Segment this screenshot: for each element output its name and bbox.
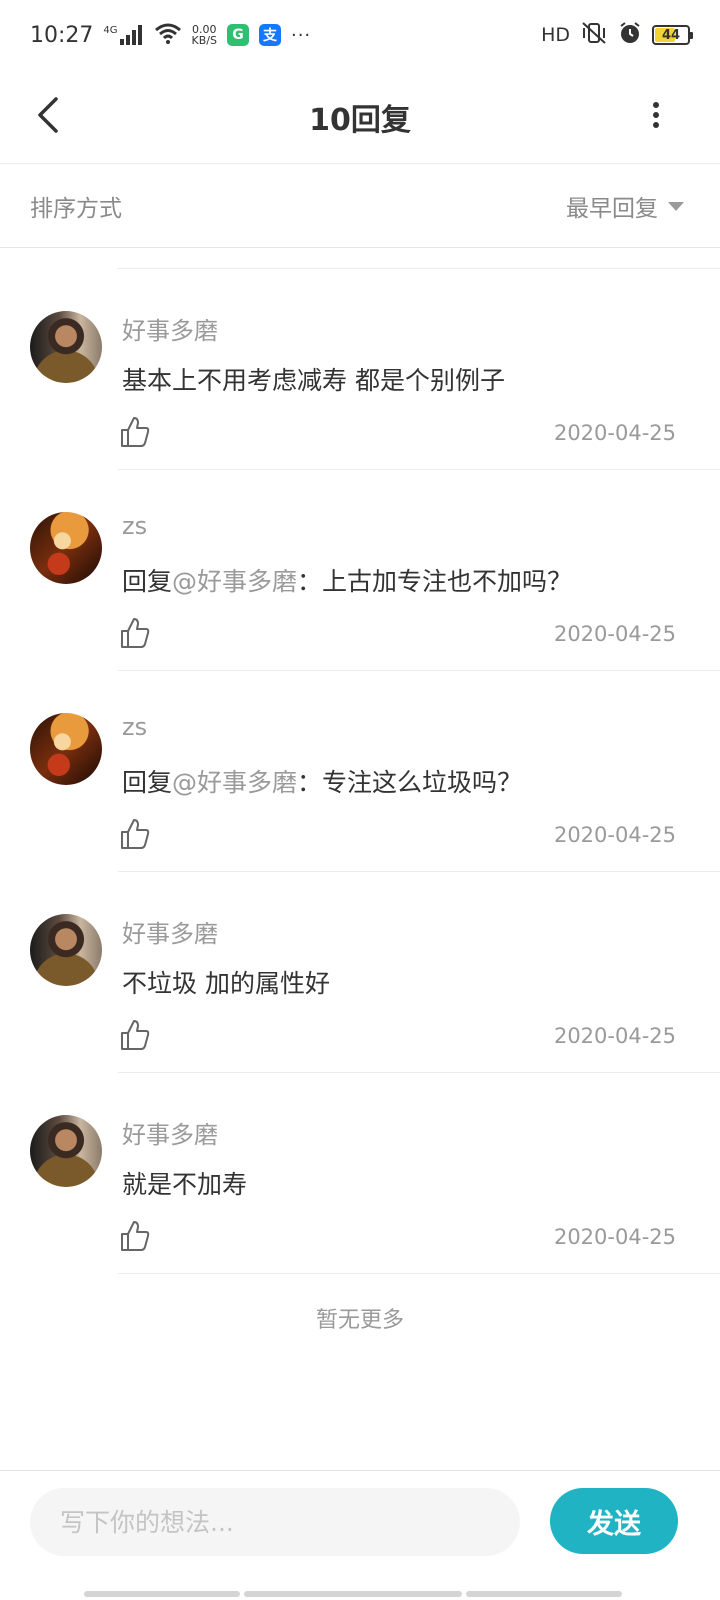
reply-author[interactable]: 好事多磨 bbox=[122, 914, 218, 949]
like-button[interactable] bbox=[118, 1219, 152, 1253]
avatar[interactable] bbox=[30, 512, 102, 584]
avatar[interactable] bbox=[30, 311, 102, 383]
status-bar: 10:27 4G 0.00 KB/S G 支 ··· HD 44 bbox=[0, 0, 720, 70]
header: 10回复 bbox=[0, 70, 720, 164]
reply-item: zs 回复@好事多磨：专注这么垃圾吗？ 2020-04-25 bbox=[0, 671, 720, 872]
reply-date: 2020-04-25 bbox=[553, 823, 676, 847]
net-speed: 0.00 KB/S bbox=[192, 24, 217, 46]
app-notification-icon: G bbox=[226, 24, 249, 46]
reply-item: 好事多磨 不垃圾 加的属性好 2020-04-25 bbox=[0, 872, 720, 1073]
reply-mention[interactable]: @好事多磨 bbox=[172, 567, 297, 596]
status-bar-left: 10:27 4G 0.00 KB/S G 支 ··· bbox=[30, 22, 311, 48]
comment-input[interactable] bbox=[30, 1488, 520, 1556]
thumbs-up-icon bbox=[121, 417, 150, 447]
alipay-notification-icon: 支 bbox=[258, 24, 281, 46]
page-title: 10回复 bbox=[309, 102, 411, 138]
more-vertical-icon bbox=[652, 102, 660, 132]
wifi-icon bbox=[154, 22, 182, 48]
reply-content: 回复@好事多磨：专注这么垃圾吗？ bbox=[122, 763, 522, 799]
reply-author[interactable]: zs bbox=[122, 713, 147, 741]
more-options-button[interactable] bbox=[636, 94, 676, 140]
reply-item: 好事多磨 就是不加寿 2020-04-25 bbox=[0, 1073, 720, 1274]
sort-dropdown[interactable]: 最早回复 bbox=[566, 189, 684, 223]
reply-content: 不垃圾 加的属性好 bbox=[122, 964, 330, 1000]
reply-author[interactable]: 好事多磨 bbox=[122, 311, 218, 346]
mute-vibrate-icon bbox=[580, 21, 608, 49]
divider bbox=[118, 1273, 720, 1274]
thumbs-up-icon bbox=[121, 1020, 150, 1050]
battery-icon: 44 bbox=[652, 25, 693, 45]
battery-level: 44 bbox=[661, 27, 681, 43]
like-button[interactable] bbox=[118, 415, 152, 449]
reply-text: ：专注这么垃圾吗？ bbox=[297, 768, 523, 797]
composer-bar: 发送 bbox=[0, 1470, 720, 1600]
reply-date: 2020-04-25 bbox=[553, 1225, 676, 1249]
gesture-bar bbox=[466, 1591, 622, 1597]
avatar[interactable] bbox=[30, 1115, 102, 1187]
reply-date: 2020-04-25 bbox=[553, 421, 676, 445]
chevron-left-icon bbox=[36, 97, 60, 137]
signal-icon: 4G bbox=[103, 25, 143, 45]
reply-author[interactable]: zs bbox=[122, 512, 147, 540]
status-bar-right: HD 44 bbox=[541, 21, 693, 49]
reply-text: 基本上不用考虑减寿 都是个别例子 bbox=[122, 366, 505, 395]
like-button[interactable] bbox=[118, 1018, 152, 1052]
more-notifications-icon: ··· bbox=[290, 24, 312, 46]
reply-prefix: 回复 bbox=[122, 768, 173, 797]
no-more-text: 暂无更多 bbox=[315, 1308, 404, 1333]
sort-bar: 排序方式 最早回复 bbox=[0, 164, 720, 248]
reply-item: 好事多磨 基本上不用考虑减寿 都是个别例子 2020-04-25 bbox=[0, 269, 720, 470]
thumbs-up-icon bbox=[121, 1221, 150, 1251]
avatar[interactable] bbox=[30, 914, 102, 986]
reply-text: 就是不加寿 bbox=[122, 1170, 248, 1199]
reply-text: 不垃圾 加的属性好 bbox=[122, 969, 330, 998]
like-button[interactable] bbox=[118, 616, 152, 650]
sort-selected-value: 最早回复 bbox=[566, 195, 658, 222]
reply-author[interactable]: 好事多磨 bbox=[122, 1115, 218, 1150]
reply-content: 就是不加寿 bbox=[122, 1165, 247, 1201]
reply-text: ：上古加专注也不加吗？ bbox=[297, 567, 573, 596]
net-speed-unit: KB/S bbox=[191, 34, 217, 47]
sort-label: 排序方式 bbox=[30, 195, 122, 222]
reply-content: 回复@好事多磨：上古加专注也不加吗？ bbox=[122, 562, 572, 598]
send-button[interactable]: 发送 bbox=[550, 1488, 678, 1554]
status-time: 10:27 bbox=[30, 22, 94, 48]
avatar[interactable] bbox=[30, 713, 102, 785]
network-type: 4G bbox=[103, 25, 118, 36]
like-button[interactable] bbox=[118, 817, 152, 851]
reply-date: 2020-04-25 bbox=[553, 1024, 676, 1048]
caret-down-icon bbox=[668, 202, 684, 211]
reply-date: 2020-04-25 bbox=[553, 622, 676, 646]
reply-content: 基本上不用考虑减寿 都是个别例子 bbox=[122, 361, 505, 397]
reply-mention[interactable]: @好事多磨 bbox=[172, 768, 297, 797]
reply-item: zs 回复@好事多磨：上古加专注也不加吗？ 2020-04-25 bbox=[0, 470, 720, 671]
gesture-bar bbox=[244, 1591, 462, 1597]
alarm-icon bbox=[618, 21, 642, 49]
reply-list: 好事多磨 基本上不用考虑减寿 都是个别例子 2020-04-25 zs 回复@好… bbox=[0, 269, 720, 1274]
reply-prefix: 回复 bbox=[122, 567, 173, 596]
thumbs-up-icon bbox=[121, 618, 150, 648]
gesture-bar bbox=[84, 1591, 240, 1597]
back-button[interactable] bbox=[28, 92, 68, 142]
thumbs-up-icon bbox=[121, 819, 150, 849]
hd-label: HD bbox=[541, 24, 570, 46]
